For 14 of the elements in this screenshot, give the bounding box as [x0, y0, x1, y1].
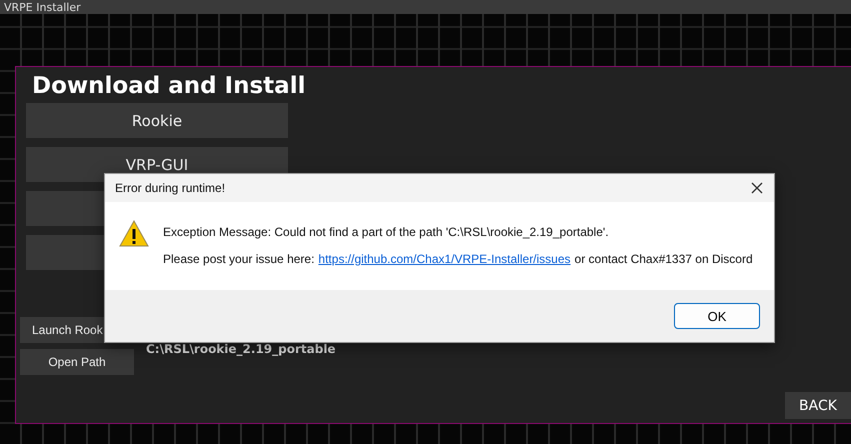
warning-icon: [119, 220, 149, 248]
exception-message: Exception Message: Could not find a part of the path 'C:\RSL\rookie_2.19_portable'.: [163, 225, 610, 239]
issues-link[interactable]: https://github.com/Chax1/VRPE-Installer/issues: [318, 252, 571, 266]
contact-text: or contact Chax#1337 on Discord: [574, 252, 753, 266]
path-text: C:\RSL\rookie_2.19_portable: [146, 342, 336, 356]
window-title: VRPE Installer: [4, 2, 81, 14]
ok-button[interactable]: OK: [674, 303, 760, 329]
dialog-title: Error during runtime!: [115, 181, 226, 195]
close-icon[interactable]: [750, 181, 764, 195]
issue-text: Please post your issue here:: [163, 252, 314, 266]
page-heading: Download and Install: [32, 73, 306, 99]
open-path-button[interactable]: Open Path: [20, 349, 134, 375]
install-button[interactable]: Rookie: [26, 103, 288, 138]
back-button[interactable]: BACK: [785, 392, 851, 419]
